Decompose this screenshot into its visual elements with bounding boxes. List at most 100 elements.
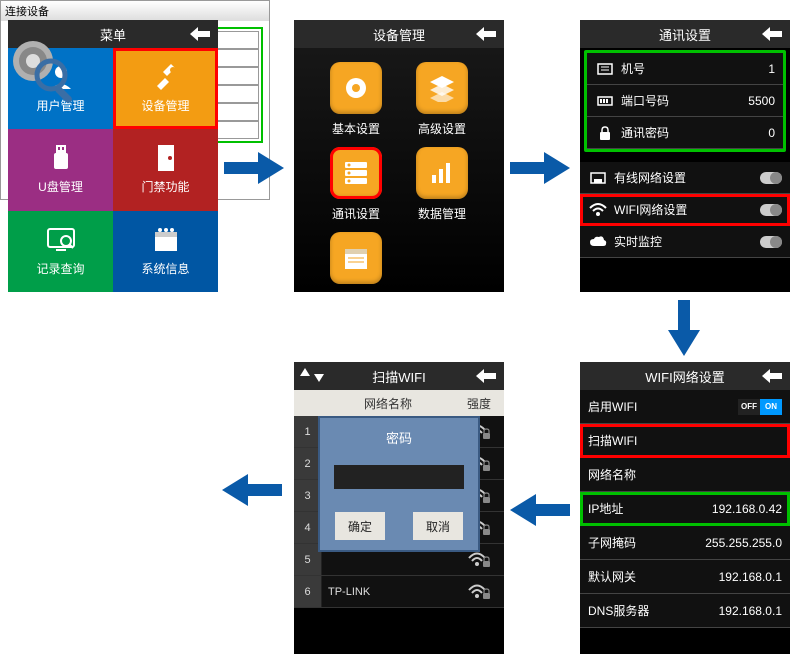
- row-index: 6: [294, 576, 322, 607]
- row-label: IP地址: [588, 500, 712, 517]
- tile-label: 系统信息: [141, 260, 189, 277]
- menu-tile-1[interactable]: 设备管理: [113, 48, 218, 129]
- title: 菜单: [100, 25, 126, 44]
- screen-device-mgmt: 设备管理 基本设置高级设置通讯设置 数据管理考勤设置: [294, 20, 504, 292]
- toggle[interactable]: [760, 236, 782, 248]
- wifi-switch[interactable]: OFFON: [738, 399, 782, 415]
- row-value: 192.168.0.42: [712, 502, 782, 516]
- flow-arrow-1: [224, 148, 284, 188]
- title: 设备管理: [373, 25, 425, 44]
- wifi-row-4[interactable]: 子网掩码255.255.255.0: [580, 526, 790, 560]
- wifi-row-5[interactable]: 默认网关192.168.0.1: [580, 560, 790, 594]
- tile-label: 门禁功能: [141, 178, 189, 195]
- item-label: 通讯设置: [332, 205, 380, 222]
- network-name: TP-LINK: [322, 586, 454, 598]
- row-label: DNS服务器: [588, 602, 719, 619]
- password-input[interactable]: [334, 465, 464, 489]
- cancel-button[interactable]: 取消: [413, 512, 463, 540]
- row-label: 机号: [621, 60, 768, 77]
- password-modal: 密码 确定 取消: [318, 416, 480, 552]
- row-value: 1: [768, 62, 775, 76]
- tile-label: 设备管理: [141, 97, 189, 114]
- menu-tile-5[interactable]: 系统信息: [113, 211, 218, 292]
- item-label: 考勤设置: [332, 290, 380, 292]
- tile-label: U盘管理: [38, 178, 83, 195]
- topbar: 扫描WIFI: [294, 362, 504, 390]
- comm-field-1[interactable]: 端口号码5500: [587, 85, 783, 117]
- device-item-4[interactable]: 考勤设置: [322, 232, 390, 292]
- toggle[interactable]: [760, 204, 782, 216]
- flow-arrow-3: [664, 300, 704, 356]
- menu-tile-2[interactable]: U盘管理: [8, 129, 113, 210]
- comm-basic-group: 机号1端口号码5500通讯密码0: [584, 50, 786, 152]
- row-value: 192.168.0.1: [719, 604, 782, 618]
- tools-icon: [149, 63, 183, 97]
- row-label: 扫描WIFI: [588, 432, 782, 449]
- topbar: WIFI网络设置: [580, 362, 790, 390]
- row-label: 有线网络设置: [614, 169, 760, 186]
- wifi-list-row[interactable]: 6TP-LINK: [294, 576, 504, 608]
- title: 扫描WIFI: [372, 367, 425, 386]
- device-grid: 基本设置高级设置通讯设置 数据管理考勤设置: [294, 48, 504, 292]
- row-value: 255.255.255.0: [705, 536, 782, 550]
- wifi-row-6[interactable]: DNS服务器192.168.0.1: [580, 594, 790, 628]
- title: 通讯设置: [659, 25, 711, 44]
- flow-arrow-4: [510, 490, 570, 530]
- rack-icon: [330, 147, 382, 199]
- wifi-row-0[interactable]: 启用WIFIOFFON: [580, 390, 790, 424]
- chart-icon: [416, 147, 468, 199]
- device-item-1[interactable]: 高级设置: [408, 62, 476, 137]
- menu-tile-4[interactable]: 记录查询: [8, 211, 113, 292]
- col-signal: 强度: [454, 395, 504, 412]
- modal-title: 密码: [386, 428, 412, 447]
- lock-icon: [595, 123, 615, 143]
- screen-comm-settings: 通讯设置 机号1端口号码5500通讯密码0 有线网络设置WIFI网络设置实时监控: [580, 20, 790, 292]
- item-label: 高级设置: [418, 120, 466, 137]
- toggle[interactable]: [760, 172, 782, 184]
- flow-arrow-2: [510, 148, 570, 188]
- ok-button[interactable]: 确定: [335, 512, 385, 540]
- tile-label: 记录查询: [36, 260, 84, 277]
- gear-search-icon: [7, 35, 79, 107]
- topbar: 设备管理: [294, 20, 504, 48]
- col-network-name: 网络名称: [322, 395, 454, 412]
- row-label: 实时监控: [614, 233, 760, 250]
- back-icon[interactable]: [760, 26, 784, 42]
- back-icon[interactable]: [474, 26, 498, 42]
- signal-lock-icon: [454, 583, 504, 601]
- comm-row-0[interactable]: 有线网络设置: [580, 162, 790, 194]
- back-icon[interactable]: [474, 368, 498, 384]
- item-label: 数据管理: [418, 205, 466, 222]
- comm-field-0[interactable]: 机号1: [587, 53, 783, 85]
- comm-row-1[interactable]: WIFI网络设置: [580, 194, 790, 226]
- wifi-list-header: 网络名称 强度: [294, 390, 504, 416]
- flow-arrow-5: [222, 470, 282, 510]
- row-label: WIFI网络设置: [614, 201, 760, 218]
- row-label: 网络名称: [588, 466, 782, 483]
- wifi-row-2[interactable]: 网络名称: [580, 458, 790, 492]
- row-label: 启用WIFI: [588, 398, 738, 415]
- row-value: 192.168.0.1: [719, 570, 782, 584]
- back-icon[interactable]: [188, 26, 212, 42]
- title: WIFI网络设置: [645, 367, 724, 386]
- sort-arrows[interactable]: [300, 368, 324, 382]
- device-item-2[interactable]: 通讯设置: [322, 147, 390, 222]
- menu-tile-3[interactable]: 门禁功能: [113, 129, 218, 210]
- comm-field-2[interactable]: 通讯密码0: [587, 117, 783, 149]
- comm-row-2[interactable]: 实时监控: [580, 226, 790, 258]
- wifi-row-1[interactable]: 扫描WIFI: [580, 424, 790, 458]
- wifi-row-3[interactable]: IP地址192.168.0.42: [580, 492, 790, 526]
- port-icon: [595, 91, 615, 111]
- device-item-0[interactable]: 基本设置: [322, 62, 390, 137]
- back-icon[interactable]: [760, 368, 784, 384]
- monitor-icon: [44, 226, 78, 260]
- cloud-icon: [588, 232, 608, 252]
- device-item-3[interactable]: 数据管理: [408, 147, 476, 222]
- usb-icon: [44, 144, 78, 178]
- row-label: 端口号码: [621, 92, 748, 109]
- screen-scan-wifi: 扫描WIFI 网络名称 强度 123456TP-LINK 密码 确定 取消: [294, 362, 504, 654]
- schedule-icon: [330, 232, 382, 284]
- stack-icon: [416, 62, 468, 114]
- signal-lock-icon: [454, 551, 504, 569]
- door-icon: [149, 144, 183, 178]
